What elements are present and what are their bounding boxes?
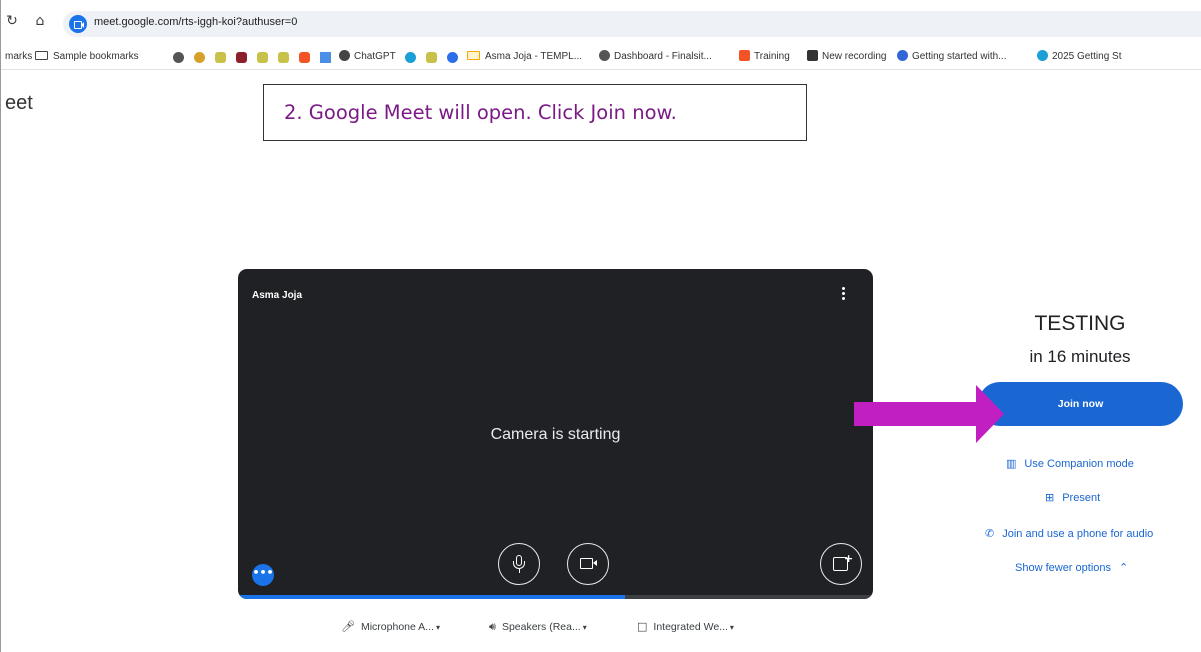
dropdown-caret-icon: ▾ — [582, 623, 587, 632]
present-link[interactable]: ⊞ Present — [1045, 491, 1100, 504]
show-fewer-label: Show fewer options — [1015, 562, 1111, 574]
app-icon[interactable] — [405, 52, 416, 63]
speakers-select[interactable]: 🔊︎ Speakers (Rea... ▾ — [489, 620, 587, 634]
bookmark-sample-bookmarks[interactable]: Sample bookmarks — [35, 49, 139, 65]
page-title: eet — [5, 92, 33, 114]
app-icon[interactable] — [194, 52, 205, 63]
bookmark-2025-getting-started[interactable]: 2025 Getting St — [1037, 49, 1122, 65]
speakers-label: Speakers (Rea... — [501, 621, 581, 633]
grid-icon[interactable] — [426, 52, 437, 63]
loading-progress-bar — [238, 595, 873, 599]
camera-select[interactable]: □ Integrated We... ▾ — [637, 620, 734, 633]
meeting-title: TESTING — [1034, 312, 1126, 335]
phone-icon: ✆ — [985, 527, 995, 540]
folder-icon — [35, 51, 48, 60]
recording-icon — [807, 50, 818, 61]
speaker-icon: 🔊︎ — [489, 620, 496, 633]
bookmark-label: Getting started with... — [912, 51, 1007, 62]
annotation-arrow-icon — [854, 385, 1004, 443]
folder-icon — [467, 51, 480, 60]
join-now-button[interactable]: Join now — [978, 382, 1183, 426]
chatgpt-icon — [339, 50, 350, 61]
phone-audio-label: Join and use a phone for audio — [1002, 528, 1154, 540]
app-icon — [1037, 50, 1048, 61]
bookmarks-bar: marks Sample bookmarks ChatGPT Asma Joja… — [1, 44, 1201, 70]
present-icon: ⊞ — [1045, 491, 1055, 504]
bookmark-new-recording[interactable]: New recording — [807, 49, 886, 65]
bookmark-label: Training — [754, 51, 790, 62]
camera-label: Integrated We... — [653, 621, 728, 633]
bookmark-dashboard[interactable]: Dashboard - Finalsit... — [599, 49, 712, 65]
grid-icon[interactable] — [257, 52, 268, 63]
video-preview: Asma Joja Camera is starting + ••• — [238, 269, 873, 599]
bookmark-getting-started[interactable]: Getting started with... — [897, 49, 1007, 65]
reload-icon[interactable]: ↻ — [3, 12, 21, 30]
chevron-up-icon: ⌃ — [1119, 561, 1129, 574]
bookmark-asma-joja[interactable]: Asma Joja - TEMPL... — [467, 49, 582, 65]
camera-icon: □ — [637, 620, 648, 633]
dropdown-caret-icon: ▾ — [729, 623, 734, 632]
dropdown-caret-icon: ▾ — [435, 623, 440, 632]
url-text[interactable]: meet.google.com/rts-iggh-koi?authuser=0 — [94, 16, 297, 28]
visual-effects-button[interactable]: + — [820, 543, 862, 585]
bookmark-label: Asma Joja - TEMPL... — [485, 51, 583, 62]
present-label: Present — [1062, 492, 1101, 504]
camera-toggle-button[interactable] — [567, 543, 609, 585]
bookmark-label: Sample bookmarks — [53, 51, 139, 62]
bookmark-chatgpt[interactable]: ChatGPT — [339, 49, 396, 65]
meeting-start-time: in 16 minutes — [1029, 347, 1131, 366]
microphone-select[interactable]: 🎤︎ Microphone A... ▾ — [341, 620, 440, 633]
microphone-icon: 🎤︎ — [341, 620, 355, 633]
show-fewer-options-link[interactable]: Show fewer options ⌃ — [1015, 561, 1128, 574]
participant-name: Asma Joja — [252, 290, 303, 301]
home-icon[interactable]: ⌂ — [31, 12, 49, 30]
camera-status: Camera is starting — [490, 426, 621, 443]
play-icon[interactable] — [320, 52, 331, 63]
shield-icon[interactable] — [236, 52, 247, 63]
grid-icon[interactable] — [278, 52, 289, 63]
phone-audio-link[interactable]: ✆ Join and use a phone for audio — [985, 527, 1153, 540]
microphone-toggle-button[interactable] — [498, 543, 540, 585]
companion-label: Use Companion mode — [1024, 458, 1134, 470]
microphone-label: Microphone A... — [360, 621, 434, 633]
zoom-icon[interactable] — [447, 52, 458, 63]
grid-icon[interactable] — [215, 52, 226, 63]
bookmark-label: New recording — [822, 51, 887, 62]
app-icon — [897, 50, 908, 61]
bookmark-label: Dashboard - Finalsit... — [614, 51, 712, 62]
instruction-callout: 2. Google Meet will open. Click Join now… — [263, 84, 807, 141]
microsoft-icon — [739, 50, 750, 61]
bookmark-marks[interactable]: marks — [5, 49, 32, 65]
microsoft-icon[interactable] — [299, 52, 310, 63]
meet-site-icon — [69, 15, 87, 33]
companion-icon: ▥ — [1006, 457, 1017, 470]
browser-toolbar: ↻ ⌂ meet.google.com/rts-iggh-koi?authuse… — [1, 0, 1201, 44]
camera-icon — [580, 558, 593, 569]
bookmark-label: ChatGPT — [354, 51, 396, 62]
loading-progress-fill — [238, 595, 626, 599]
bookmark-training[interactable]: Training — [739, 49, 790, 65]
screenshot-frame: ↻ ⌂ meet.google.com/rts-iggh-koi?authuse… — [0, 0, 1201, 652]
companion-mode-link[interactable]: ▥ Use Companion mode — [1006, 457, 1134, 470]
bookmark-label: 2025 Getting St — [1052, 51, 1122, 62]
url-bar[interactable]: meet.google.com/rts-iggh-koi?authuser=0 — [63, 11, 1201, 37]
globe-icon — [599, 50, 610, 61]
more-options-icon[interactable] — [835, 285, 851, 303]
globe-icon[interactable] — [173, 52, 184, 63]
more-actions-button[interactable]: ••• — [252, 564, 274, 586]
